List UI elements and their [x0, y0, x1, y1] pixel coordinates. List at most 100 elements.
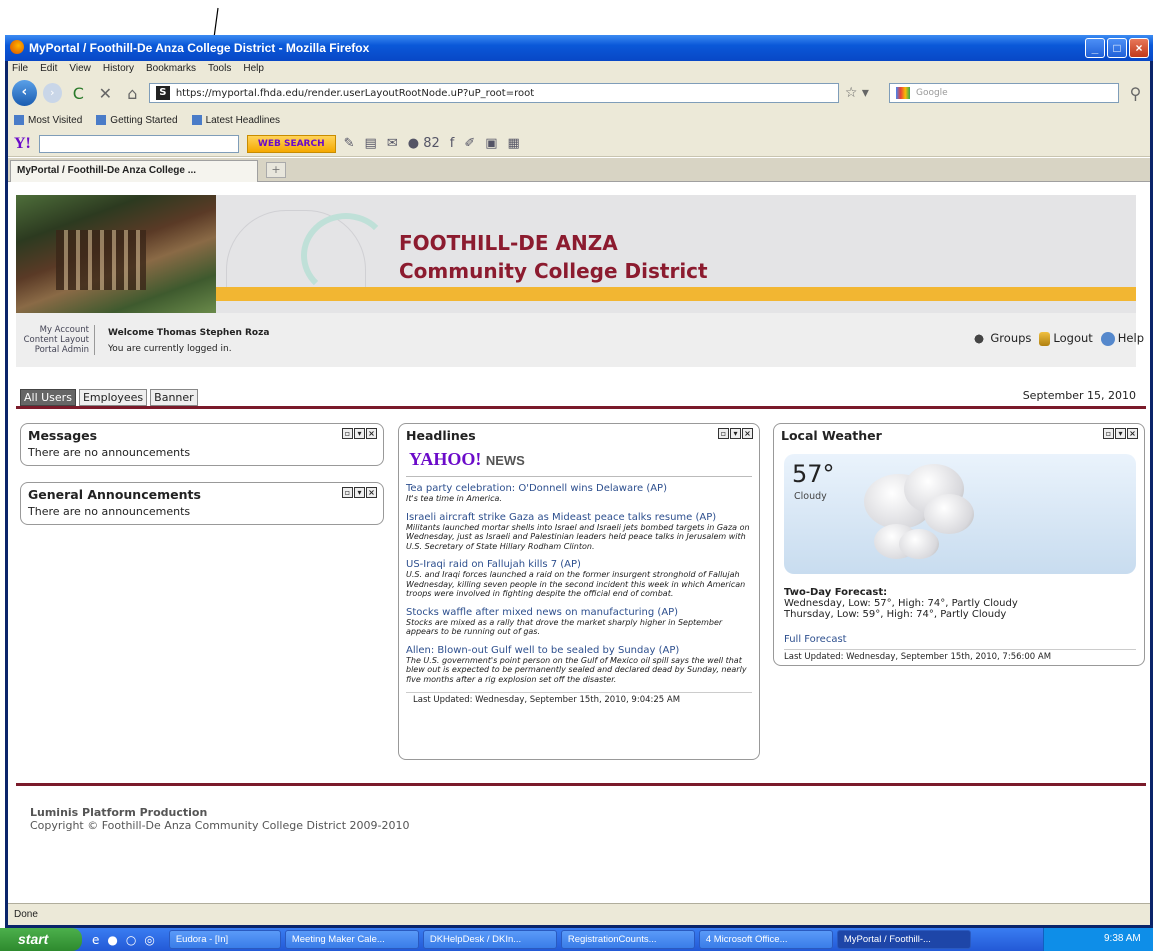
my-account-link[interactable]: My Account — [21, 325, 89, 335]
app-icon[interactable]: ◎ — [144, 933, 154, 947]
bookmark-star-icon[interactable]: ☆ ▾ — [845, 85, 883, 101]
remove-channel-icon[interactable]: × — [742, 428, 753, 439]
firefox-icon[interactable]: ● — [107, 933, 117, 947]
headlines-updated: Last Updated: Wednesday, September 15th,… — [406, 692, 752, 707]
address-bar[interactable]: Shttps://myportal.fhda.edu/render.userLa… — [148, 83, 839, 103]
gold-stripe — [216, 287, 1136, 301]
quick-launch: e ● ○ ◎ — [82, 933, 165, 947]
news-link[interactable]: US-Iraqi raid on Fallujah kills 7 (AP) — [406, 559, 752, 570]
toolbar-pages-icon[interactable]: ▤ — [365, 136, 377, 151]
clock[interactable]: 9:38 AM — [1104, 933, 1141, 944]
portal-admin-link[interactable]: Portal Admin — [21, 345, 89, 355]
bookmark-latest-headlines[interactable]: Latest Headlines — [192, 115, 281, 126]
logout-link[interactable]: Logout — [1039, 331, 1093, 346]
taskbar-meeting-maker[interactable]: Meeting Maker Cale... — [284, 930, 419, 949]
general-announcements-channel: General Announcements ▫ ▾ × There are no a… — [20, 482, 384, 525]
new-tab-button[interactable]: + — [266, 162, 286, 178]
detach-channel-icon[interactable]: ▾ — [730, 428, 741, 439]
facebook-icon[interactable]: f — [450, 136, 455, 151]
forward-button[interactable]: › — [42, 83, 62, 103]
minimize-channel-icon[interactable]: ▫ — [1103, 428, 1114, 439]
yahoo-search-input[interactable] — [38, 134, 239, 153]
yahoo-news-logo: YAHOO! NEWS — [409, 449, 525, 469]
help-link[interactable]: Help — [1100, 331, 1144, 346]
google-icon — [895, 87, 910, 99]
detach-channel-icon[interactable]: ▾ — [1115, 428, 1126, 439]
headlines-channel: Headlines ▫ ▾ × YAHOO! NEWS Tea party cele… — [398, 423, 760, 760]
taskbar-eudora[interactable]: Eudora - [In] — [168, 930, 281, 949]
news-item: Stocks waffle after mixed news on manufa… — [406, 607, 752, 637]
bookmark-most-visited[interactable]: Most Visited — [14, 115, 82, 126]
home-icon[interactable]: ⌂ — [122, 84, 143, 103]
reload-icon[interactable]: C — [68, 84, 89, 103]
campus-photo — [16, 195, 216, 313]
ie-icon[interactable]: e — [92, 933, 99, 947]
web-search-button[interactable]: WEB SEARCH — [246, 134, 336, 153]
search-input[interactable]: Google — [888, 83, 1119, 103]
tab-employees[interactable]: Employees — [78, 389, 148, 406]
mail-icon[interactable]: ✉ — [387, 136, 398, 151]
info-icon — [1100, 331, 1115, 346]
remove-channel-icon[interactable]: × — [1127, 428, 1138, 439]
news-desc: The U.S. government's point person on th… — [406, 655, 747, 684]
menu-view[interactable]: View — [69, 63, 91, 75]
taskbar-myportal[interactable]: MyPortal / Foothill-... — [836, 930, 971, 949]
minimize-channel-icon[interactable]: ▫ — [342, 487, 353, 498]
minimize-channel-icon[interactable]: ▫ — [342, 428, 353, 439]
taskbar-registration[interactable]: RegistrationCounts... — [560, 930, 695, 949]
ebay-icon[interactable]: ▣ — [485, 136, 497, 151]
headlines-title: Headlines — [406, 428, 476, 443]
menu-bar: File Edit View History Bookmarks Tools H… — [8, 61, 1150, 77]
url-text: https://myportal.fhda.edu/render.userLay… — [175, 87, 535, 99]
general-text: There are no announcements — [28, 505, 191, 518]
menu-tools[interactable]: Tools — [208, 63, 231, 75]
bookmark-getting-started[interactable]: Getting Started — [96, 115, 177, 126]
maximize-button[interactable]: □ — [1107, 38, 1127, 58]
menu-history[interactable]: History — [103, 63, 134, 75]
weather-channel: Local Weather ▫ ▾ × 57° Cloudy Two-Day For… — [773, 423, 1145, 666]
news-link[interactable]: Allen: Blown-out Gulf well to be sealed … — [406, 645, 752, 656]
menu-help[interactable]: Help — [243, 63, 264, 75]
yahoo-logo[interactable]: Y! — [14, 135, 31, 153]
detach-channel-icon[interactable]: ▾ — [354, 487, 365, 498]
news-desc: U.S. and Iraqi forces launched a raid on… — [406, 570, 746, 598]
news-desc: Stocks are mixed as a rally that drove t… — [406, 617, 723, 637]
portal-right-links: Groups Logout Help — [971, 331, 1144, 346]
remove-channel-icon[interactable]: × — [366, 428, 377, 439]
news-list: Tea party celebration: O'Donnell wins De… — [399, 483, 759, 684]
start-button[interactable]: start — [0, 928, 82, 951]
menu-file[interactable]: File — [12, 63, 28, 75]
news-link[interactable]: Tea party celebration: O'Donnell wins De… — [406, 483, 752, 494]
tab-all-users[interactable]: All Users — [20, 389, 76, 406]
remove-channel-icon[interactable]: × — [366, 487, 377, 498]
detach-channel-icon[interactable]: ▾ — [354, 428, 365, 439]
news-item: Allen: Blown-out Gulf well to be sealed … — [406, 645, 752, 685]
content-layout-link[interactable]: Content Layout — [21, 335, 89, 345]
toolbar-pencil2-icon[interactable]: ✐ — [464, 136, 475, 151]
groups-link[interactable]: Groups — [971, 331, 1031, 346]
search-icon[interactable]: ○ — [126, 933, 136, 947]
close-button[interactable]: × — [1129, 38, 1149, 58]
taskbar-dkhelpdesk[interactable]: DKHelpDesk / DKIn... — [422, 930, 557, 949]
full-forecast-link[interactable]: Full Forecast — [784, 634, 847, 645]
groups-icon — [971, 331, 988, 346]
search-icon[interactable]: ⚲ — [1125, 84, 1146, 103]
messenger-icon[interactable]: ● 82 — [408, 136, 440, 151]
news-link[interactable]: Stocks waffle after mixed news on manufa… — [406, 607, 752, 618]
stop-icon[interactable]: ✕ — [95, 84, 116, 103]
taskbar-office[interactable]: 4 Microsoft Office... — [698, 930, 833, 949]
tab-myportal[interactable]: MyPortal / Foothill-De Anza College ... — [10, 160, 258, 182]
title-bar: MyPortal / Foothill-De Anza College Dist… — [5, 35, 1153, 61]
general-title: General Announcements — [28, 487, 201, 502]
toolbar-notes-icon[interactable]: ▦ — [508, 136, 520, 151]
toolbar-pencil-icon[interactable]: ✎ — [344, 136, 355, 151]
back-button[interactable]: ‹ — [12, 80, 37, 106]
minimize-channel-icon[interactable]: ▫ — [718, 428, 729, 439]
system-tray: 9:38 AM — [1043, 928, 1153, 951]
tab-banner[interactable]: Banner — [150, 389, 198, 406]
menu-bookmarks[interactable]: Bookmarks — [146, 63, 196, 75]
minimize-button[interactable]: _ — [1085, 38, 1105, 58]
bookmarks-bar: Most Visited Getting Started Latest Head… — [8, 109, 1150, 131]
news-link[interactable]: Israeli aircraft strike Gaza as Mideast … — [406, 512, 752, 523]
menu-edit[interactable]: Edit — [40, 63, 57, 75]
